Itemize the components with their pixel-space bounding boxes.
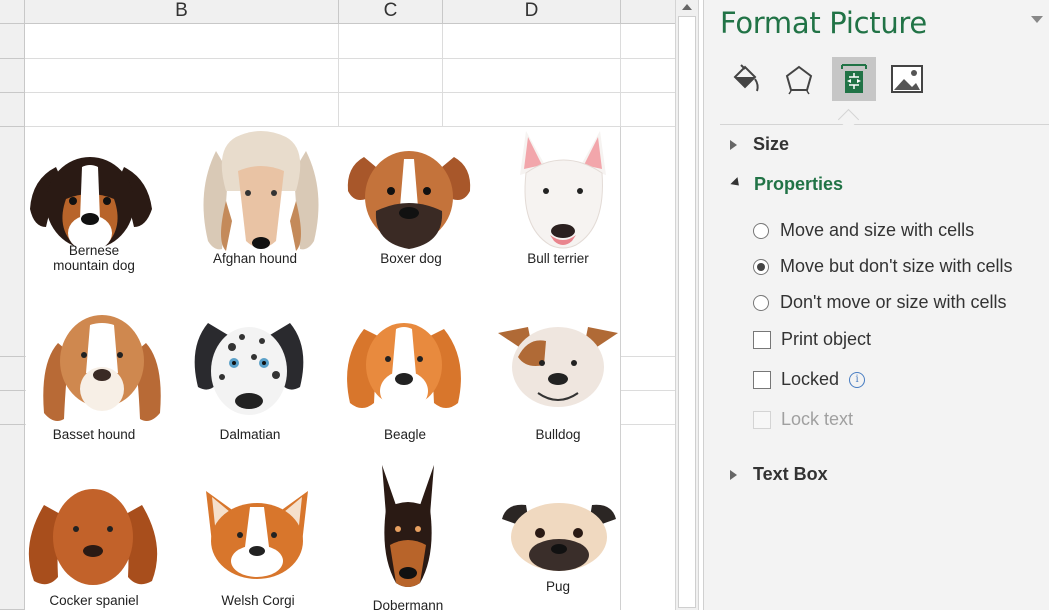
row-header[interactable] (0, 425, 25, 610)
radio-move-and-size[interactable] (753, 222, 769, 239)
dog-label: Bull terrier (527, 251, 589, 266)
row-header[interactable] (0, 127, 25, 357)
select-all-corner[interactable] (0, 0, 25, 24)
picture-icon (891, 65, 923, 93)
option-locked[interactable]: Locked i (753, 369, 866, 390)
option-move-and-size[interactable]: Move and size with cells (753, 220, 974, 241)
checkbox-lock-text (753, 410, 771, 429)
expand-arrow-icon (730, 139, 737, 150)
option-move-no-size[interactable]: Move but don't size with cells (753, 256, 1013, 277)
option-label: Don't move or size with cells (780, 292, 1007, 312)
section-properties[interactable]: Properties (730, 174, 843, 195)
column-header-b[interactable]: B (25, 0, 339, 24)
afghan-hound-image (203, 131, 319, 251)
column-header-e[interactable]: E (621, 0, 675, 24)
dalmatian-image (194, 323, 304, 415)
tab-effects[interactable] (777, 57, 821, 101)
tab-fill-line[interactable] (724, 57, 768, 101)
option-label: Print object (781, 329, 872, 349)
vertical-scrollbar[interactable] (675, 0, 699, 610)
expand-arrow-icon (730, 469, 737, 480)
dog-label: Bulldog (535, 427, 581, 442)
dog-label: Dobermann (372, 598, 444, 610)
dog-label: Pug (545, 579, 571, 594)
dog-illustrations (28, 131, 618, 587)
gridline (25, 58, 675, 59)
dog-label: Basset hound (52, 427, 136, 442)
dog-label: Bernese mountain dog (53, 243, 135, 273)
row-header[interactable] (0, 59, 25, 93)
pane-options-dropdown-icon[interactable] (1031, 16, 1043, 23)
column-header-d[interactable]: D (443, 0, 621, 24)
dog-label: Afghan hound (212, 251, 298, 266)
scrollbar-thumb[interactable] (678, 16, 696, 608)
fill-line-icon (733, 64, 759, 92)
option-label: Lock text (781, 409, 854, 429)
row-header[interactable] (0, 357, 25, 391)
option-label: Move but don't size with cells (780, 256, 1013, 276)
format-picture-pane: Format Picture Size Properties Move and … (703, 0, 1049, 610)
bulldog-image (498, 327, 618, 407)
gridline (25, 92, 675, 93)
dog-label: Boxer dog (380, 251, 442, 266)
boxer-dog-image (347, 151, 471, 249)
worksheet[interactable]: B C D E (0, 0, 675, 610)
tab-size-properties[interactable] (832, 57, 876, 101)
dog-label: Dalmatian (219, 427, 281, 442)
section-text-box-label: Text Box (753, 464, 828, 484)
radio-dont-move[interactable] (753, 294, 769, 311)
section-properties-label: Properties (754, 174, 844, 194)
dog-label: Beagle (383, 427, 427, 442)
scroll-up-arrow-icon[interactable] (682, 4, 692, 10)
checkbox-locked[interactable] (753, 370, 771, 389)
section-size-label: Size (753, 134, 790, 154)
section-size[interactable]: Size (730, 134, 789, 155)
gridline (338, 24, 339, 127)
option-lock-text: Lock text (753, 409, 853, 430)
pug-image (502, 503, 616, 571)
info-icon[interactable]: i (849, 371, 866, 388)
gridline (442, 24, 443, 127)
option-label: Move and size with cells (780, 220, 975, 240)
beagle-image (347, 323, 461, 411)
effects-pentagon-icon (785, 65, 813, 95)
dobermann-image (382, 465, 434, 587)
option-print-object[interactable]: Print object (753, 329, 871, 350)
radio-move-no-size[interactable] (753, 258, 769, 275)
dog-breeds-picture[interactable]: Bernese mountain dog Afghan hound Boxer … (26, 127, 621, 610)
pane-title: Format Picture (720, 6, 927, 40)
bull-terrier-image (520, 131, 606, 249)
column-header-c[interactable]: C (339, 0, 443, 24)
tab-picture[interactable] (885, 57, 929, 101)
dog-label: Welsh Corgi (221, 593, 295, 608)
basset-hound-image (43, 315, 161, 421)
cocker-spaniel-image (28, 489, 158, 585)
option-label: Locked (781, 369, 840, 389)
row-header[interactable] (0, 391, 25, 425)
section-text-box[interactable]: Text Box (730, 464, 828, 485)
collapse-arrow-icon (730, 177, 743, 190)
dog-label: Cocker spaniel (49, 593, 139, 608)
checkbox-print-object[interactable] (753, 330, 771, 349)
size-properties-icon (841, 64, 867, 93)
bernese-mountain-dog-image (30, 157, 152, 251)
option-dont-move[interactable]: Don't move or size with cells (753, 292, 1007, 313)
row-header[interactable] (0, 24, 25, 59)
tab-separator (720, 124, 1049, 125)
welsh-corgi-image (206, 491, 308, 579)
row-header[interactable] (0, 93, 25, 127)
selected-tab-pointer (837, 108, 860, 131)
